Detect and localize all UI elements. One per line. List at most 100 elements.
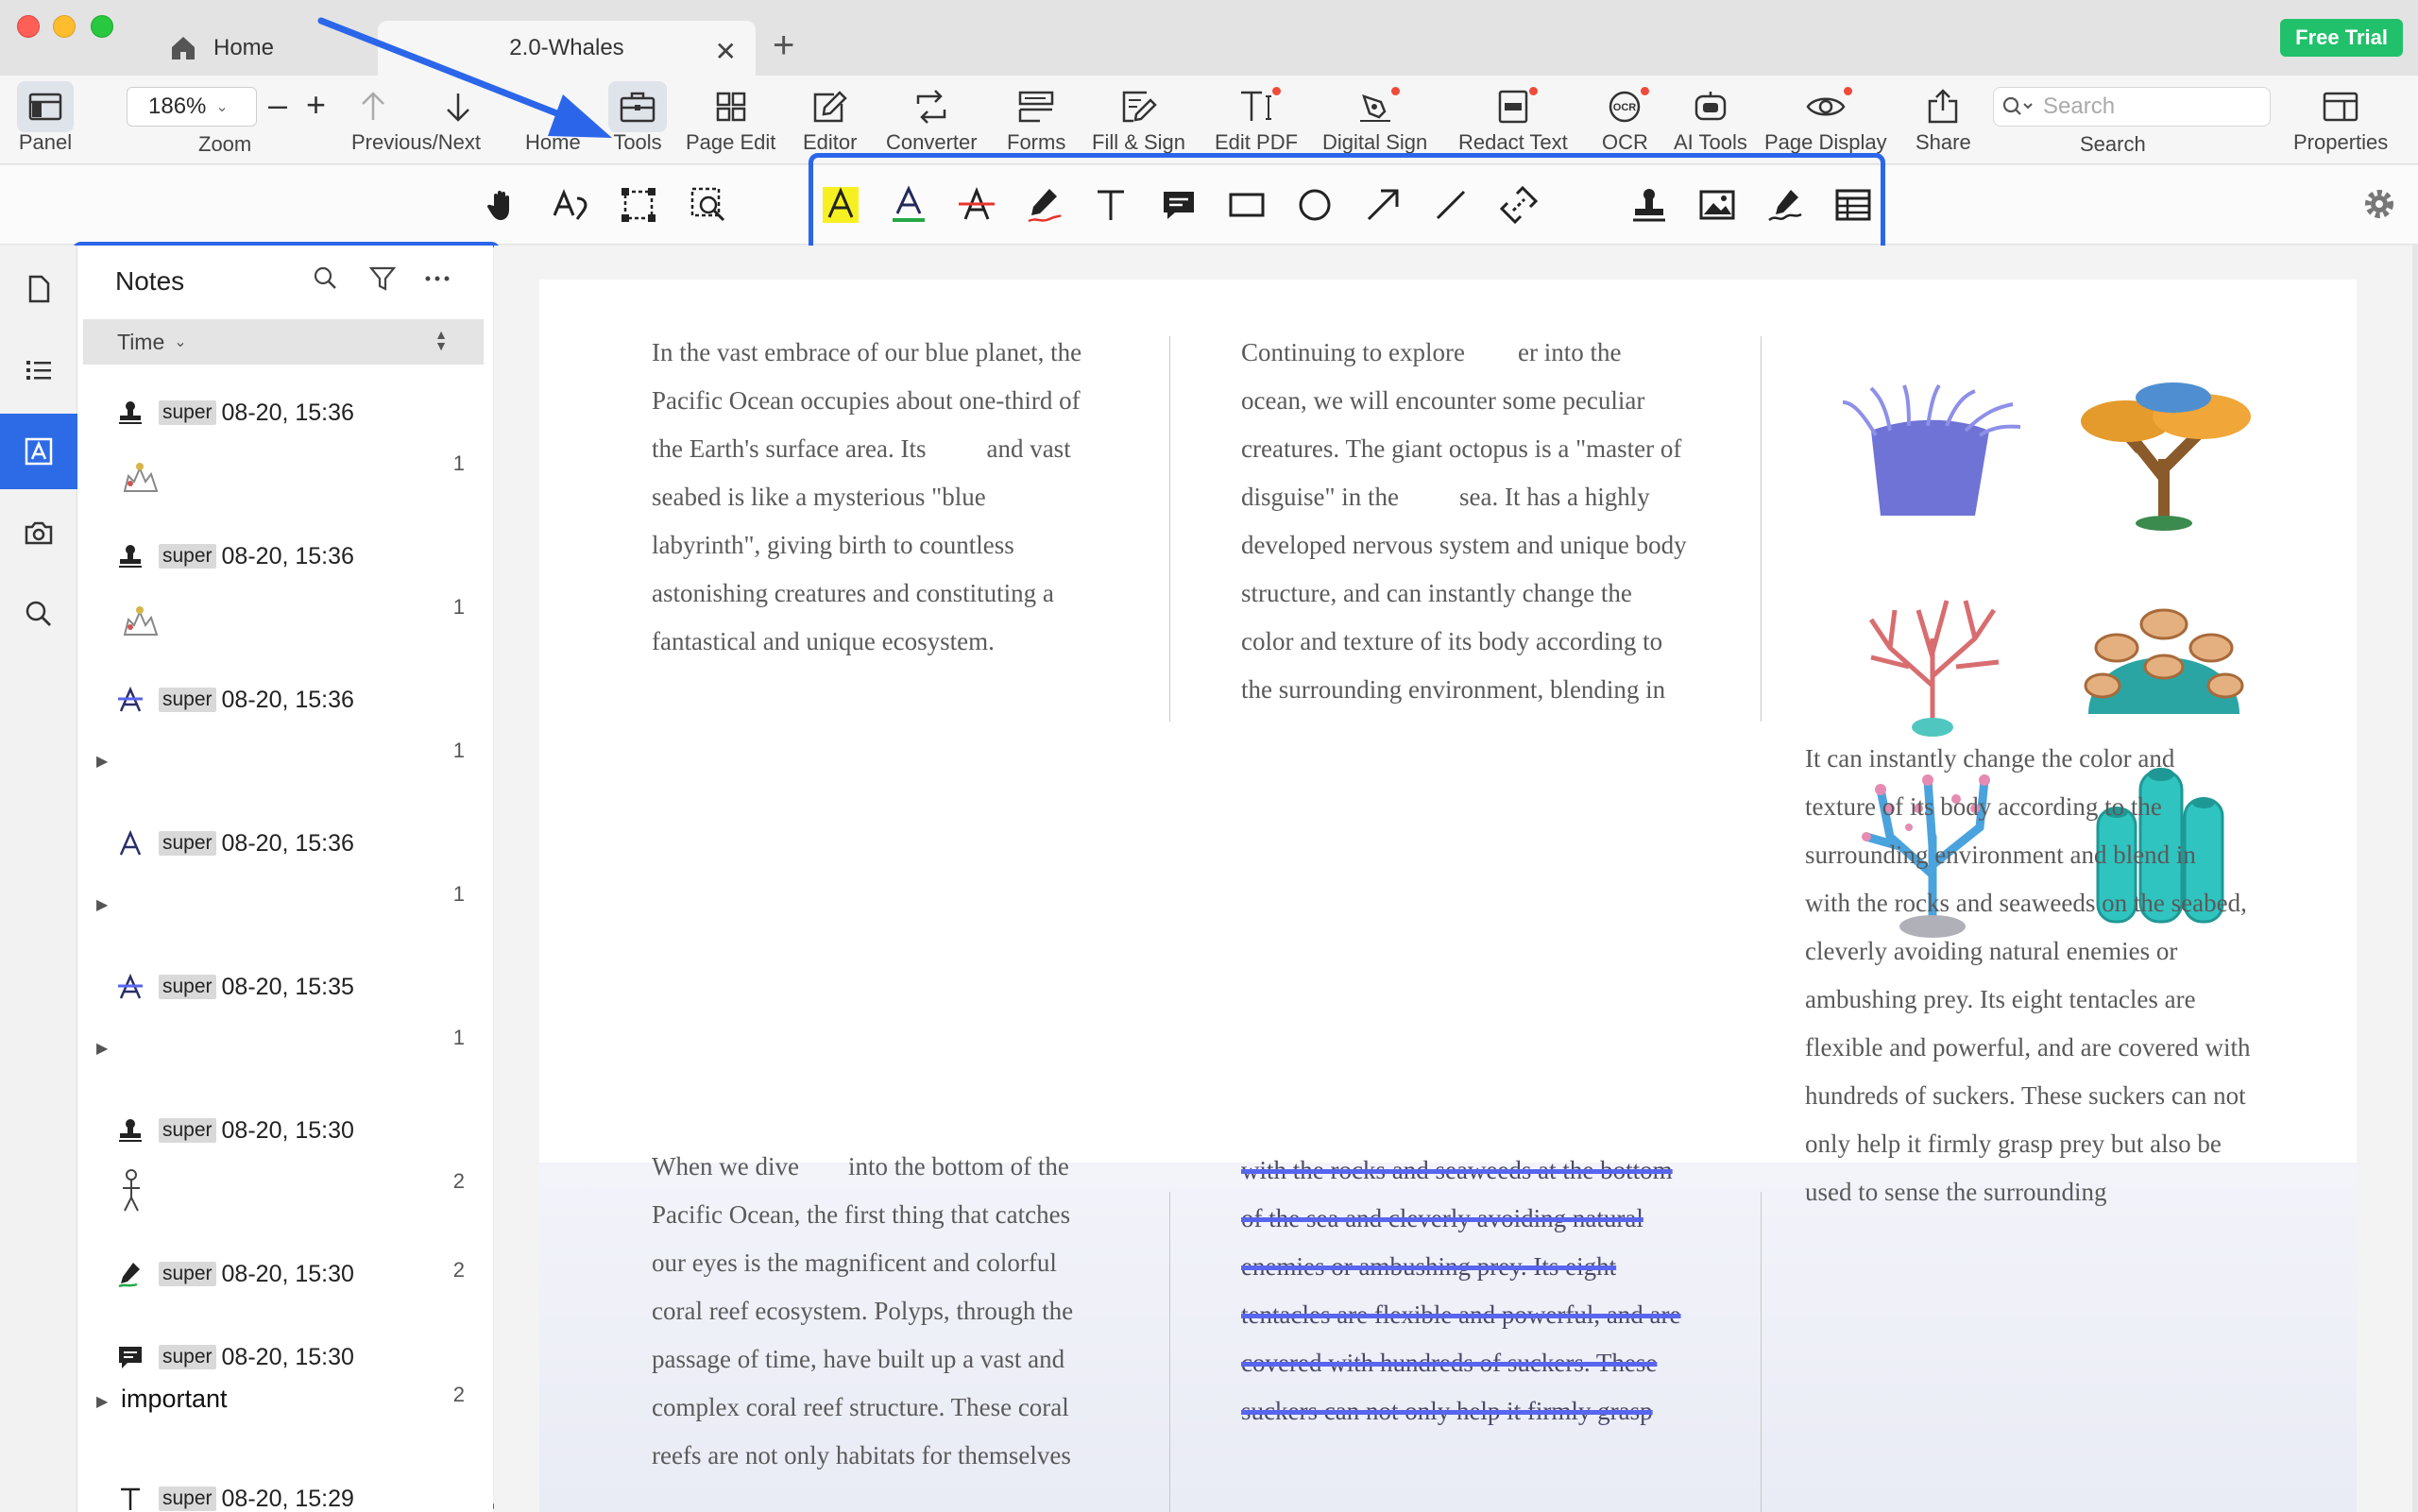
note-author: super <box>159 1345 216 1369</box>
editor-label: Editor <box>803 130 858 154</box>
share-button[interactable]: Share <box>1916 81 1971 155</box>
stamp-thumbnail-icon <box>123 463 159 492</box>
new-badge-dot <box>1528 87 1538 95</box>
text-line: labyrinth", giving birth to countless <box>652 531 1014 559</box>
edit-pdf-button[interactable]: Edit PDF <box>1215 81 1298 155</box>
chevron-down-icon: ⌄ <box>215 99 229 115</box>
note-item[interactable]: super 08-20, 15:36 1 <box>115 397 465 529</box>
pdf-page[interactable]: In the vast embrace of our blue planet, … <box>539 280 2357 1512</box>
note-item[interactable]: super 08-20, 15:35 1 ▶ <box>96 971 465 1103</box>
sort-dropdown[interactable]: Time ⌄ ▲ ▼ <box>83 319 484 365</box>
strikethrough-tool-button[interactable] <box>954 182 999 228</box>
rectangle-tool-button[interactable] <box>1224 182 1269 228</box>
page-display-button[interactable]: Page Display <box>1764 81 1887 155</box>
search-label: Search <box>2080 132 2146 156</box>
ocr-icon: OCR <box>1609 91 1641 123</box>
note-item[interactable]: super 08-20, 15:30 2 <box>115 1258 465 1334</box>
pencil-tool-button[interactable] <box>1022 182 1067 228</box>
page-display-label: Page Display <box>1764 130 1887 154</box>
text-line: with the rocks and seaweeds on the seabe… <box>1805 889 2247 917</box>
note-item[interactable]: super 08-20, 15:36 1 ▶ <box>96 684 465 816</box>
note-item[interactable]: super 08-20, 15:30 2 ▶ important <box>96 1341 465 1454</box>
column-divider <box>1169 1192 1170 1512</box>
note-item[interactable]: super 08-20, 15:29 <box>115 1483 465 1512</box>
note-author: super <box>159 688 216 712</box>
notes-filter-button[interactable] <box>368 264 397 297</box>
expand-caret-icon[interactable]: ▶ <box>96 752 108 771</box>
panel-button[interactable]: Panel <box>17 81 74 155</box>
expand-caret-icon[interactable]: ▶ <box>96 1039 108 1058</box>
text-box-tool-button[interactable] <box>1088 182 1133 228</box>
digital-sign-label: Digital Sign <box>1322 130 1428 154</box>
ellipse-tool-button[interactable] <box>1292 182 1337 228</box>
properties-button[interactable]: Properties <box>2293 81 2388 155</box>
link-tool-button[interactable] <box>1496 182 1541 228</box>
table-tool-button[interactable] <box>1831 182 1876 228</box>
text-line: the Earth's surface area. Its and vast <box>652 434 1071 463</box>
new-tab-button[interactable]: + <box>773 25 794 67</box>
zoom-out-button[interactable]: – <box>268 85 287 125</box>
rail-annotations-button[interactable] <box>0 414 77 489</box>
close-tab-icon[interactable]: ✕ <box>715 36 737 67</box>
struck-text-line[interactable]: enemies or ambushing prey. Its eight <box>1241 1243 1732 1291</box>
struck-text-line[interactable]: covered with hundreds of suckers. These <box>1241 1339 1732 1387</box>
text-line: fantastical and unique ecosystem. <box>652 627 995 655</box>
vertical-scrollbar[interactable] <box>2412 246 2418 1512</box>
fill-sign-button[interactable]: Fill & Sign <box>1092 81 1185 155</box>
struck-text-line[interactable]: suckers can not only help it firmly gras… <box>1241 1387 1732 1436</box>
zoom-area-tool-button[interactable] <box>686 182 731 228</box>
notes-title: Notes <box>115 266 185 296</box>
signature-tool-button[interactable] <box>1762 182 1808 228</box>
stamp-tool-button[interactable] <box>1626 182 1672 228</box>
note-item[interactable]: super 08-20, 15:36 1 <box>115 540 465 672</box>
notes-more-button[interactable] <box>423 264 451 297</box>
redact-text-button[interactable]: Redact Text <box>1458 81 1568 155</box>
digital-sign-button[interactable]: Digital Sign <box>1322 81 1427 155</box>
note-author: super <box>159 400 216 425</box>
struck-text-line[interactable]: tentacles are flexible and powerful, and… <box>1241 1291 1732 1339</box>
properties-label: Properties <box>2293 130 2389 154</box>
note-item[interactable]: super 08-20, 15:30 2 <box>115 1114 465 1247</box>
image-tool-button[interactable] <box>1694 182 1740 228</box>
note-reply-count: 2 <box>452 1258 465 1282</box>
minimize-window-button[interactable] <box>53 15 76 38</box>
struck-text-line[interactable]: of the sea and cleverly avoiding natural <box>1241 1195 1732 1243</box>
underline-tool-button[interactable] <box>886 182 931 228</box>
note-author: super <box>159 831 216 856</box>
editor-button[interactable]: Editor <box>803 81 857 155</box>
close-window-button[interactable] <box>17 15 40 38</box>
text-select-tool-button[interactable] <box>548 182 593 228</box>
expand-caret-icon[interactable]: ▶ <box>96 1392 108 1411</box>
arrow-tool-button[interactable] <box>1360 182 1405 228</box>
comment-tool-button[interactable] <box>1156 182 1201 228</box>
document-canvas[interactable]: In the vast embrace of our blue planet, … <box>494 246 2418 1512</box>
sort-order-toggle[interactable]: ▲ ▼ <box>434 328 448 352</box>
expand-caret-icon[interactable]: ▶ <box>96 895 108 914</box>
ocr-button[interactable]: OCR OCR <box>1602 81 1650 155</box>
text-icon <box>1098 190 1124 220</box>
rail-attachments-button[interactable] <box>0 495 77 570</box>
share-label: Share <box>1916 130 1971 154</box>
page-edit-button[interactable]: Page Edit <box>686 81 775 155</box>
converter-button[interactable]: Converter <box>886 81 978 155</box>
settings-button[interactable] <box>2363 188 2395 225</box>
area-select-tool-button[interactable] <box>616 182 661 228</box>
struck-text-line[interactable]: with the rocks and seaweeds at the botto… <box>1241 1147 1732 1195</box>
rail-search-button[interactable] <box>0 576 77 652</box>
ai-tools-button[interactable]: AI Tools <box>1674 81 1747 155</box>
hand-tool-button[interactable] <box>480 182 525 228</box>
rail-outline-button[interactable] <box>0 332 77 408</box>
zoom-window-button[interactable] <box>91 15 113 38</box>
search-input[interactable]: Search <box>1993 87 2271 127</box>
coral-anemone-image <box>1842 383 2021 516</box>
zoom-select[interactable]: 186% ⌄ <box>127 87 257 127</box>
robot-icon <box>1694 92 1727 121</box>
forms-button[interactable]: Forms <box>1007 81 1065 155</box>
line-tool-button[interactable] <box>1428 182 1473 228</box>
free-trial-button[interactable]: Free Trial <box>2280 19 2403 57</box>
notes-search-button[interactable] <box>312 264 340 297</box>
note-item[interactable]: super 08-20, 15:36 1 ▶ <box>96 827 465 960</box>
highlight-tool-button[interactable] <box>818 182 863 228</box>
annotation-icon <box>25 437 53 466</box>
rail-pages-button[interactable] <box>0 251 77 327</box>
